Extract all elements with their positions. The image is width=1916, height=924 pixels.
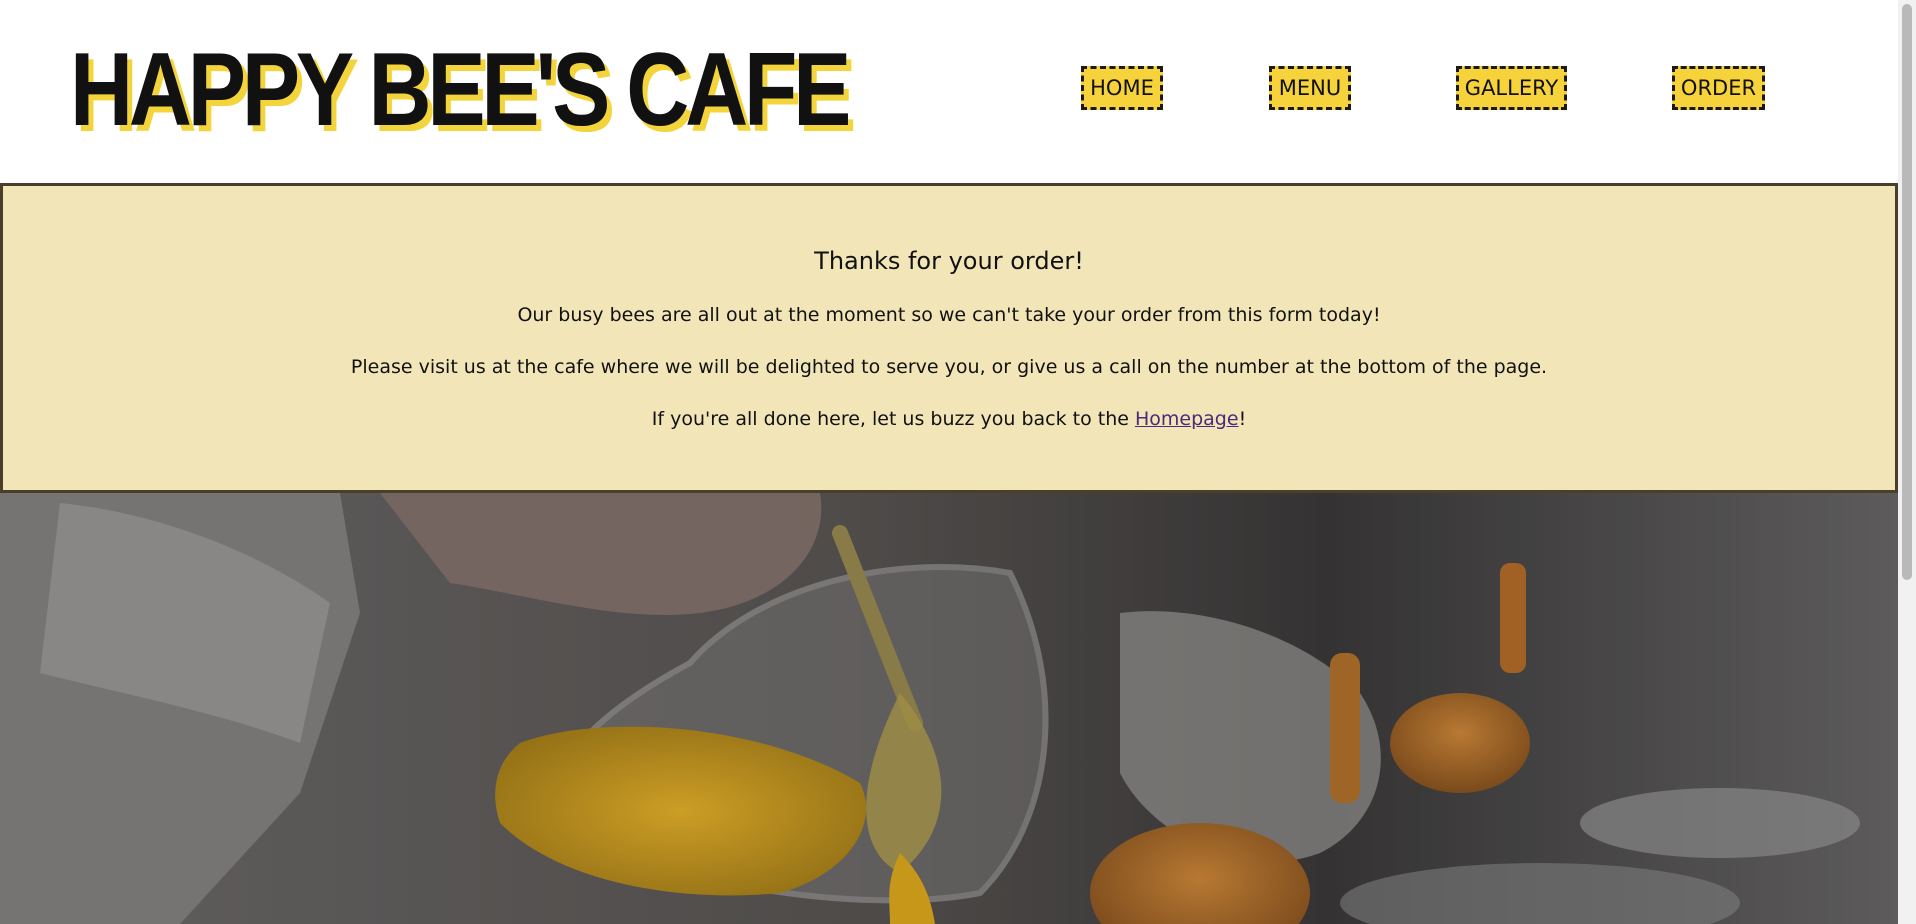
confirmation-message-3: If you're all done here, let us buzz you… bbox=[3, 407, 1895, 431]
hero-background-photo bbox=[0, 493, 1898, 924]
scrollbar-thumb[interactable] bbox=[1902, 4, 1912, 580]
site-logo[interactable]: HAPPY BEE'S CAFE bbox=[70, 30, 851, 150]
food-preparation-photo bbox=[0, 493, 1898, 924]
confirmation-title: Thanks for your order! bbox=[814, 247, 1084, 275]
homepage-prompt-end: ! bbox=[1238, 408, 1247, 430]
nav-gallery-button[interactable]: GALLERY bbox=[1456, 66, 1567, 110]
page: HAPPY BEE'S CAFE HOME MENU GALLERY ORDER… bbox=[0, 0, 1916, 924]
homepage-prompt-text: If you're all done here, let us buzz you… bbox=[651, 408, 1135, 430]
order-confirmation-panel: Thanks for your order! Our busy bees are… bbox=[0, 183, 1898, 493]
confirmation-message-1: Our busy bees are all out at the moment … bbox=[517, 304, 1381, 326]
vertical-scrollbar[interactable] bbox=[1898, 0, 1916, 924]
confirmation-message-2: Please visit us at the cafe where we wil… bbox=[350, 356, 1548, 378]
nav-home-button[interactable]: HOME bbox=[1081, 66, 1163, 110]
nav-menu-button[interactable]: MENU bbox=[1269, 66, 1351, 110]
homepage-link[interactable]: Homepage bbox=[1135, 408, 1239, 430]
nav-order-button[interactable]: ORDER bbox=[1672, 66, 1765, 110]
site-header: HAPPY BEE'S CAFE HOME MENU GALLERY ORDER bbox=[0, 0, 1898, 183]
